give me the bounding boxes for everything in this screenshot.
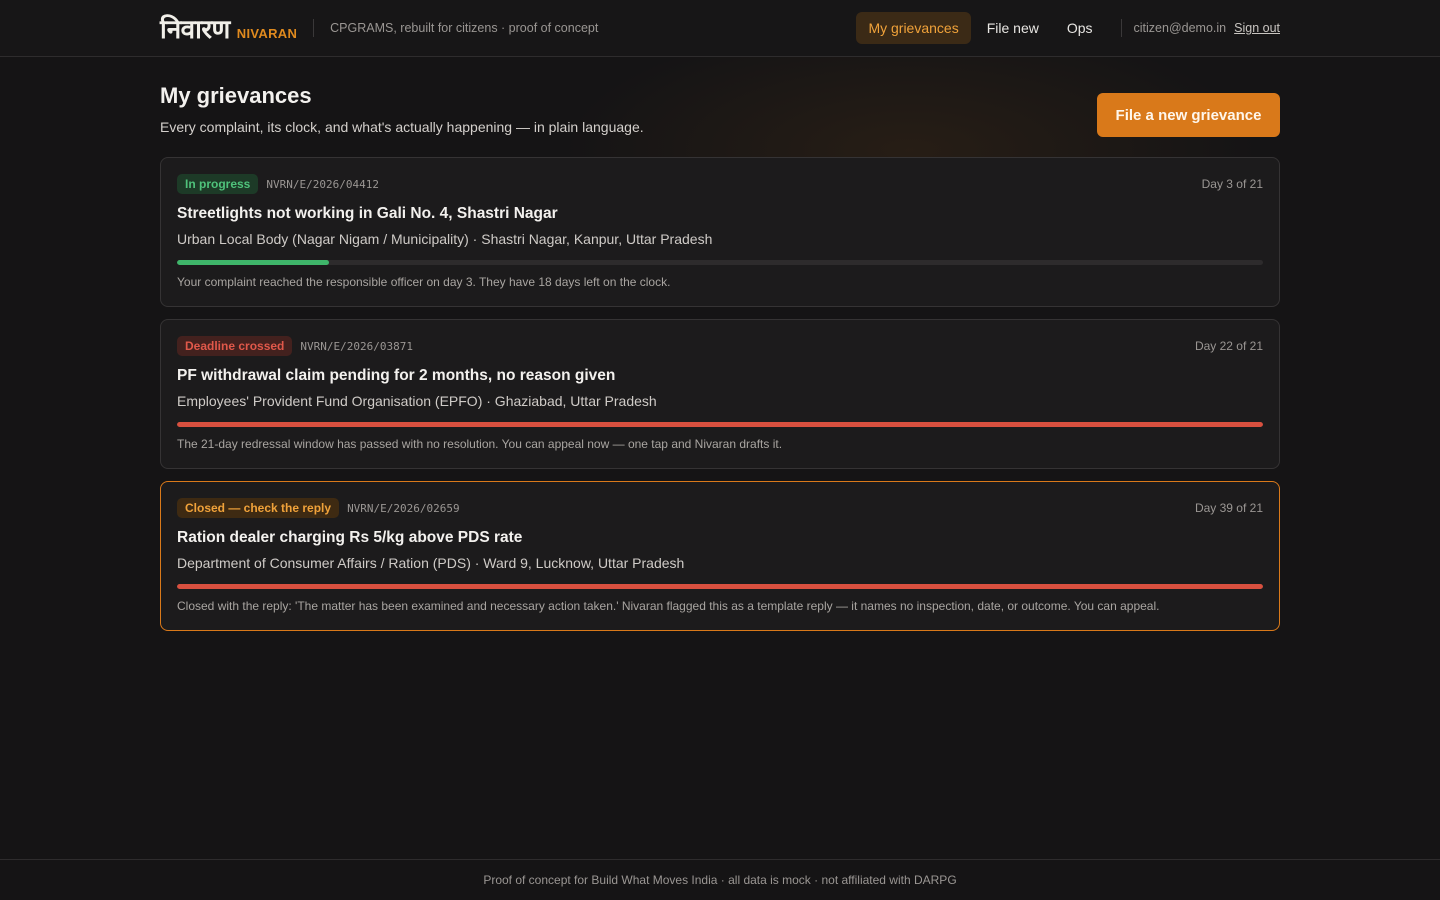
- deadline-progress-track: [177, 422, 1263, 427]
- page-subtitle: Every complaint, its clock, and what's a…: [160, 119, 644, 135]
- deadline-progress-fill: [177, 422, 1263, 427]
- status-badge: Closed — check the reply: [177, 498, 340, 518]
- grievance-card[interactable]: Deadline crossed NVRN/E/2026/03871 Day 2…: [160, 319, 1280, 469]
- brand-english: NIVARAN: [236, 26, 298, 41]
- reference-number: NVRN/E/2026/03871: [300, 339, 413, 353]
- brand-logo[interactable]: निवारण NIVARAN: [160, 10, 297, 46]
- day-counter: Day 3 of 21: [1201, 177, 1263, 191]
- grievance-title[interactable]: Ration dealer charging Rs 5/kg above PDS…: [177, 529, 522, 547]
- file-new-grievance-button[interactable]: File a new grievance: [1097, 93, 1280, 137]
- main-nav: My grievances File new Ops citizen@demo.…: [852, 12, 1280, 44]
- deadline-progress-fill: [177, 584, 1263, 589]
- status-badge: In progress: [177, 174, 259, 194]
- day-counter: Day 39 of 21: [1194, 501, 1263, 515]
- deadline-progress-track: [177, 584, 1263, 589]
- user-divider: [1120, 19, 1122, 37]
- grievance-title[interactable]: PF withdrawal claim pending for 2 months…: [177, 367, 615, 385]
- grievance-card[interactable]: Closed — check the reply NVRN/E/2026/026…: [160, 481, 1280, 631]
- user-email: citizen@demo.in: [1133, 21, 1227, 35]
- nav-my-grievances[interactable]: My grievances: [856, 12, 971, 44]
- grievance-title[interactable]: Streetlights not working in Gali No. 4, …: [177, 205, 558, 223]
- reference-number: NVRN/E/2026/02659: [347, 501, 460, 515]
- grievance-status-note: Your complaint reached the responsible o…: [177, 275, 671, 289]
- brand-hindi: निवारण: [160, 15, 230, 45]
- grievance-card[interactable]: In progress NVRN/E/2026/04412 Day 3 of 2…: [160, 157, 1280, 307]
- grievance-status-note: The 21-day redressal window has passed w…: [177, 437, 783, 451]
- top-bar: निवारण NIVARAN CPGRAMS, rebuilt for citi…: [0, 0, 1440, 57]
- sign-out-link[interactable]: Sign out: [1234, 21, 1280, 35]
- nav-file-new[interactable]: File new: [975, 12, 1051, 44]
- deadline-progress-fill: [177, 260, 330, 265]
- footer-text: Proof of concept for Build What Moves In…: [483, 873, 957, 887]
- nav-ops[interactable]: Ops: [1055, 12, 1105, 44]
- grievance-department: Department of Consumer Affairs / Ration …: [177, 555, 685, 571]
- grievance-status-note: Closed with the reply: 'The matter has b…: [177, 599, 1160, 613]
- grievance-department: Employees' Provident Fund Organisation (…: [177, 393, 657, 409]
- tagline: CPGRAMS, rebuilt for citizens · proof of…: [330, 21, 599, 35]
- day-counter: Day 22 of 21: [1194, 339, 1263, 353]
- reference-number: NVRN/E/2026/04412: [266, 177, 379, 191]
- footer: Proof of concept for Build What Moves In…: [0, 859, 1440, 900]
- page-title: My grievances: [160, 83, 312, 108]
- status-badge: Deadline crossed: [177, 336, 293, 356]
- header-divider: [313, 19, 315, 37]
- deadline-progress-track: [177, 260, 1263, 265]
- grievance-department: Urban Local Body (Nagar Nigam / Municipa…: [177, 231, 713, 247]
